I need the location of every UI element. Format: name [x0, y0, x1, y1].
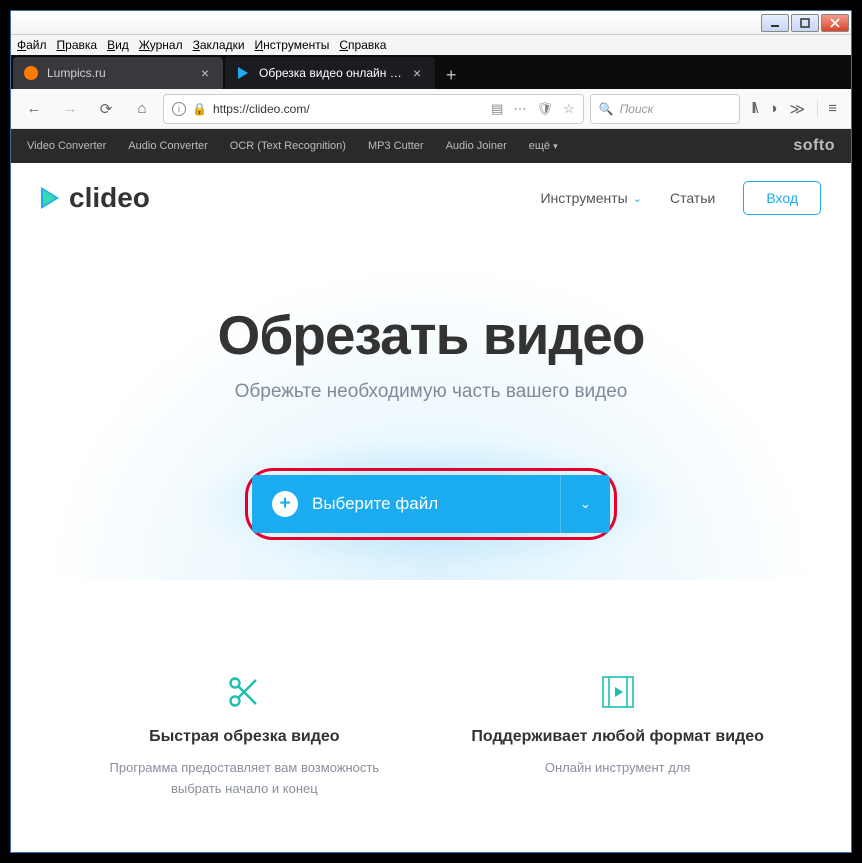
menu-help[interactable]: Справка: [339, 38, 386, 52]
menu-history[interactable]: Журнал: [139, 38, 183, 52]
feature-any-format: Поддерживает любой формат видео Онлайн и…: [458, 670, 778, 800]
feature-text: Программа предоставляет вам возможность …: [84, 758, 404, 800]
tracking-protection-icon[interactable]: 🛡: [536, 101, 553, 117]
reload-button[interactable]: ⟳: [91, 94, 121, 124]
nav-articles[interactable]: Статьи: [670, 190, 715, 206]
play-format-icon: [458, 670, 778, 714]
menu-view[interactable]: Вид: [107, 38, 129, 52]
chevron-down-icon: ▾: [553, 141, 558, 151]
nav-tools-dropdown[interactable]: Инструменты ⌄: [540, 190, 642, 206]
home-button[interactable]: ⌂: [127, 94, 157, 124]
plus-icon: +: [272, 491, 298, 517]
chevron-down-icon: ⌄: [633, 192, 642, 205]
softo-toolbar: Video Converter Audio Converter OCR (Tex…: [11, 129, 851, 163]
menu-tools[interactable]: Инструменты: [255, 38, 330, 52]
back-button[interactable]: ←: [19, 94, 49, 124]
window-maximize-button[interactable]: [791, 14, 819, 32]
address-bar[interactable]: i 🔒 https://clideo.com/ ▤ ⋯ 🛡 ☆: [163, 94, 584, 124]
softo-link-audio-joiner[interactable]: Audio Joiner: [446, 140, 507, 152]
softo-brand: softo: [793, 137, 835, 155]
sidebar-icon[interactable]: ≫: [790, 100, 806, 118]
site-info-icon[interactable]: i: [172, 102, 186, 116]
forward-button: →: [55, 94, 85, 124]
window-close-button[interactable]: [821, 14, 849, 32]
browser-tab-2[interactable]: Обрезка видео онлайн — Обр ×: [225, 57, 435, 89]
file-source-dropdown[interactable]: ⌄: [560, 475, 610, 533]
browser-menubar: Файл Правка Вид Журнал Закладки Инструме…: [11, 35, 851, 55]
menu-edit[interactable]: Правка: [57, 38, 98, 52]
extension-icon[interactable]: ◑: [768, 100, 777, 117]
logo-icon: [41, 187, 59, 209]
features-row: Быстрая обрезка видео Программа предоста…: [11, 670, 851, 800]
navigation-toolbar: ← → ⟳ ⌂ i 🔒 https://clideo.com/ ▤ ⋯ 🛡 ☆ …: [11, 89, 851, 129]
softo-link-ocr[interactable]: OCR (Text Recognition): [230, 140, 346, 152]
hero-subtitle: Обрежьте необходимую часть вашего видео: [41, 381, 821, 403]
reader-mode-icon[interactable]: ▤: [491, 101, 503, 117]
tab-title: Обрезка видео онлайн — Обр: [259, 66, 409, 80]
page-content: clideo Инструменты ⌄ Статьи Вход Обрезат…: [11, 163, 851, 852]
menu-file[interactable]: Файл: [17, 38, 47, 52]
site-header: clideo Инструменты ⌄ Статьи Вход: [11, 163, 851, 233]
page-actions-icon[interactable]: ⋯: [513, 101, 526, 117]
choose-file-label: Выберите файл: [312, 494, 438, 514]
login-button[interactable]: Вход: [743, 181, 821, 215]
highlight-annotation: + Выберите файл ⌄: [245, 468, 617, 540]
tab-close-icon[interactable]: ×: [197, 65, 213, 81]
search-icon: 🔍: [599, 102, 614, 116]
library-icon[interactable]: ll\: [752, 100, 757, 117]
bookmark-star-icon[interactable]: ☆: [563, 101, 575, 117]
softo-link-video-converter[interactable]: Video Converter: [27, 140, 106, 152]
menu-hamburger-icon[interactable]: ≡: [817, 100, 837, 117]
chevron-down-icon: ⌄: [580, 496, 591, 512]
logo-text: clideo: [69, 182, 150, 214]
scissors-icon: [84, 670, 404, 714]
search-placeholder: Поиск: [620, 102, 654, 116]
tab-strip: Lumpics.ru × Обрезка видео онлайн — Обр …: [11, 55, 851, 89]
browser-tab-1[interactable]: Lumpics.ru ×: [13, 57, 223, 89]
hero-title: Обрезать видео: [41, 303, 821, 367]
feature-fast-cut: Быстрая обрезка видео Программа предоста…: [84, 670, 404, 800]
choose-file-button[interactable]: + Выберите файл ⌄: [252, 475, 610, 533]
feature-title: Быстрая обрезка видео: [84, 728, 404, 746]
tab-favicon-clideo: [235, 65, 251, 81]
tab-favicon-lumpics: [23, 65, 39, 81]
softo-link-mp3-cutter[interactable]: MP3 Cutter: [368, 140, 424, 152]
search-box[interactable]: 🔍 Поиск: [590, 94, 740, 124]
tab-title: Lumpics.ru: [47, 66, 106, 80]
window-minimize-button[interactable]: [761, 14, 789, 32]
feature-text: Онлайн инструмент для: [458, 758, 778, 779]
clideo-logo[interactable]: clideo: [41, 182, 150, 214]
url-text: https://clideo.com/: [213, 102, 485, 116]
softo-link-audio-converter[interactable]: Audio Converter: [128, 140, 208, 152]
menu-bookmarks[interactable]: Закладки: [193, 38, 245, 52]
tab-close-icon[interactable]: ×: [409, 65, 425, 81]
softo-more[interactable]: ещё ▾: [529, 140, 558, 152]
lock-icon: 🔒: [192, 102, 207, 116]
hero-section: Обрезать видео Обрежьте необходимую част…: [11, 233, 851, 580]
feature-title: Поддерживает любой формат видео: [458, 728, 778, 746]
new-tab-button[interactable]: +: [435, 61, 467, 89]
window-titlebar: [11, 11, 851, 35]
